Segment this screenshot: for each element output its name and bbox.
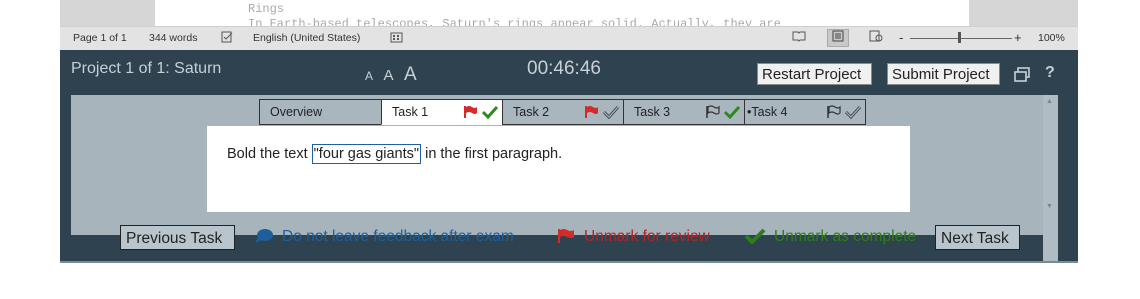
check-outline-icon xyxy=(844,104,862,119)
zoom-level[interactable]: 100% xyxy=(1038,32,1065,44)
font-size-controls: A A A xyxy=(365,64,423,86)
document-text-line: In Earth-based telescopes, Saturn's ring… xyxy=(248,17,781,26)
feedback-toggle[interactable]: Do not leave feedback after exam xyxy=(254,228,514,246)
review-toggle[interactable]: Unmark for review xyxy=(556,228,710,246)
flag-icon xyxy=(463,104,479,118)
tab-label: Overview xyxy=(270,105,323,119)
tab-task-3[interactable]: Task 3 xyxy=(623,99,745,125)
scroll-down-icon[interactable]: ▼ xyxy=(1046,203,1053,210)
tab-label: •Task 4 xyxy=(747,105,788,119)
instruction-text: in the first paragraph. xyxy=(421,146,563,162)
feedback-label: Do not leave feedback after exam xyxy=(282,228,514,245)
panel-bottom-border xyxy=(60,261,1078,263)
zoom-slider-track[interactable] xyxy=(910,38,1012,39)
zoom-out-button[interactable]: - xyxy=(899,30,903,45)
submit-project-button[interactable]: Submit Project xyxy=(887,63,1000,85)
tab-label: Task 3 xyxy=(634,105,671,119)
read-mode-icon[interactable] xyxy=(789,30,809,46)
macro-icon[interactable] xyxy=(390,31,403,43)
tab-task-2[interactable]: Task 2 xyxy=(502,99,624,125)
review-label: Unmark for review xyxy=(584,228,710,245)
font-size-small-button[interactable]: A xyxy=(365,69,373,83)
flag-icon xyxy=(584,104,600,118)
document-text-line: Rings xyxy=(248,2,285,16)
task-instruction: Bold the text "four gas giants" in the f… xyxy=(227,144,563,164)
restore-window-icon[interactable] xyxy=(1013,66,1031,84)
task-tabs: Overview Task 1 Task 2 Task 3 •Task 4 xyxy=(259,99,866,125)
web-layout-icon[interactable] xyxy=(866,30,886,46)
exam-panel: Project 1 of 1: Saturn A A A 00:46:46 Re… xyxy=(60,50,1078,261)
font-size-large-button[interactable]: A xyxy=(404,64,417,86)
page-count[interactable]: Page 1 of 1 xyxy=(73,32,127,44)
tab-label: Task 1 xyxy=(392,105,429,119)
instruction-text: Bold the text xyxy=(227,146,312,162)
scroll-up-icon[interactable]: ▲ xyxy=(1046,98,1053,105)
flag-outline-icon xyxy=(826,104,842,118)
next-task-button[interactable]: Next Task xyxy=(935,225,1020,250)
proofing-icon[interactable] xyxy=(221,31,234,43)
word-count[interactable]: 344 words xyxy=(149,32,197,44)
zoom-in-button[interactable]: + xyxy=(1014,30,1022,45)
word-status-bar: Page 1 of 1 344 words English (United St… xyxy=(60,26,1078,51)
check-outline-icon xyxy=(602,104,620,119)
font-size-medium-button[interactable]: A xyxy=(383,67,393,84)
language-indicator[interactable]: English (United States) xyxy=(253,32,360,44)
check-icon xyxy=(481,104,499,119)
tab-overview[interactable]: Overview xyxy=(259,99,382,125)
exam-timer: 00:46:46 xyxy=(527,58,601,79)
print-layout-icon[interactable] xyxy=(827,29,849,47)
document-page-area: Rings In Earth-based telescopes, Saturn'… xyxy=(60,0,1078,26)
tab-task-4[interactable]: •Task 4 xyxy=(744,99,866,125)
check-icon xyxy=(723,104,741,119)
instruction-target-text[interactable]: "four gas giants" xyxy=(311,144,422,164)
restart-project-button[interactable]: Restart Project xyxy=(757,63,872,85)
tab-task-1[interactable]: Task 1 xyxy=(381,99,503,125)
previous-task-button[interactable]: Previous Task xyxy=(120,225,235,250)
complete-label: Unmark as complete xyxy=(774,228,917,245)
flag-outline-icon xyxy=(705,104,721,118)
tab-label: Task 2 xyxy=(513,105,550,119)
task-content: Bold the text "four gas giants" in the f… xyxy=(207,126,910,212)
help-icon[interactable]: ? xyxy=(1045,64,1055,82)
project-title: Project 1 of 1: Saturn xyxy=(71,60,222,77)
zoom-slider-thumb[interactable] xyxy=(958,32,961,43)
task-scrollbar[interactable]: ▲ ▼ xyxy=(1043,95,1058,261)
complete-toggle[interactable]: Unmark as complete xyxy=(744,228,916,246)
task-area: Overview Task 1 Task 2 Task 3 •Task 4 Bo… xyxy=(71,95,1056,235)
